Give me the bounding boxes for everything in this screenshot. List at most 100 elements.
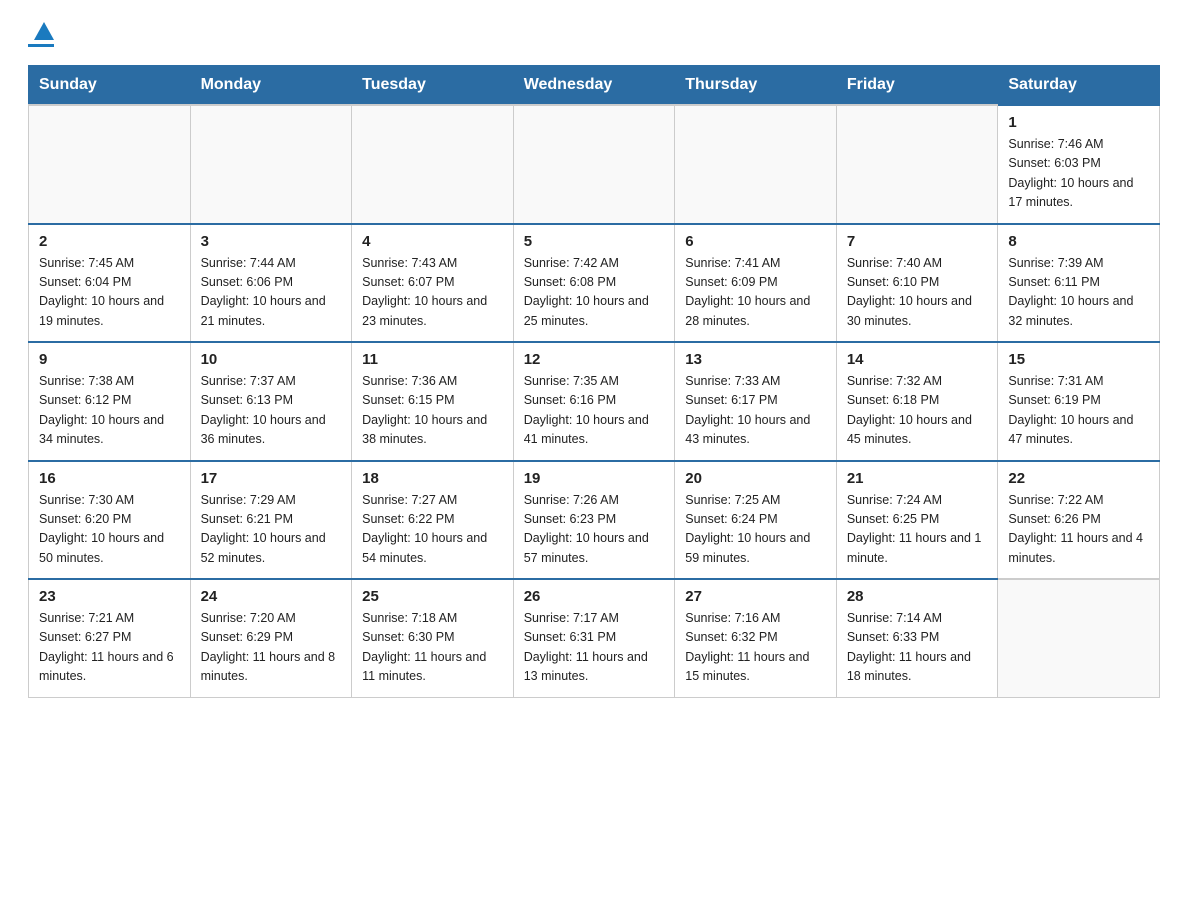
day-number: 28	[847, 588, 988, 605]
calendar-day-cell: 28Sunrise: 7:14 AMSunset: 6:33 PMDayligh…	[836, 579, 998, 697]
day-info: Sunrise: 7:40 AMSunset: 6:10 PMDaylight:…	[847, 254, 988, 332]
day-info: Sunrise: 7:17 AMSunset: 6:31 PMDaylight:…	[524, 609, 665, 687]
day-number: 13	[685, 351, 826, 368]
day-number: 14	[847, 351, 988, 368]
calendar-day-cell: 7 Sunrise: 7:40 AMSunset: 6:10 PMDaylight…	[836, 224, 998, 343]
day-number: 15	[1008, 351, 1149, 368]
calendar-day-cell: 27 Sunrise: 7:16 AMSunset: 6:32 PMDayligh…	[675, 579, 837, 697]
day-info: Sunrise: 7:42 AMSunset: 6:08 PMDaylight:…	[524, 254, 665, 332]
day-number: 27	[685, 588, 826, 605]
calendar-day-cell	[190, 105, 352, 224]
header	[28, 24, 1160, 47]
calendar-day-cell: 10 Sunrise: 7:37 AMSunset: 6:13 PMDayligh…	[190, 342, 352, 461]
calendar-day-cell: 15 Sunrise: 7:31 AMSunset: 6:19 PMDayligh…	[998, 342, 1160, 461]
calendar-day-cell: 18Sunrise: 7:27 AMSunset: 6:22 PMDayligh…	[352, 461, 514, 580]
calendar-day-cell	[29, 105, 191, 224]
day-number: 5	[524, 233, 665, 250]
calendar-day-cell: 17 Sunrise: 7:29 AMSunset: 6:21 PMDayligh…	[190, 461, 352, 580]
day-number: 1	[1008, 114, 1149, 131]
weekday-header-wednesday: Wednesday	[513, 66, 675, 106]
day-number: 22	[1008, 470, 1149, 487]
calendar-day-cell	[836, 105, 998, 224]
day-number: 6	[685, 233, 826, 250]
logo	[28, 24, 54, 47]
day-info: Sunrise: 7:44 AMSunset: 6:06 PMDaylight:…	[201, 254, 342, 332]
day-info: Sunrise: 7:16 AMSunset: 6:32 PMDaylight:…	[685, 609, 826, 687]
calendar-day-cell: 26 Sunrise: 7:17 AMSunset: 6:31 PMDayligh…	[513, 579, 675, 697]
calendar-day-cell	[513, 105, 675, 224]
day-number: 21	[847, 470, 988, 487]
weekday-header-monday: Monday	[190, 66, 352, 106]
day-number: 10	[201, 351, 342, 368]
calendar-day-cell: 20 Sunrise: 7:25 AMSunset: 6:24 PMDayligh…	[675, 461, 837, 580]
calendar-day-cell: 13 Sunrise: 7:33 AMSunset: 6:17 PMDayligh…	[675, 342, 837, 461]
day-info: Sunrise: 7:36 AMSunset: 6:15 PMDaylight:…	[362, 372, 503, 450]
weekday-header-tuesday: Tuesday	[352, 66, 514, 106]
day-info: Sunrise: 7:27 AMSunset: 6:22 PMDaylight:…	[362, 491, 503, 569]
day-number: 9	[39, 351, 180, 368]
weekday-header-row: SundayMondayTuesdayWednesdayThursdayFrid…	[29, 66, 1160, 106]
day-number: 4	[362, 233, 503, 250]
day-number: 2	[39, 233, 180, 250]
calendar-day-cell: 4 Sunrise: 7:43 AMSunset: 6:07 PMDaylight…	[352, 224, 514, 343]
calendar-week-row: 1 Sunrise: 7:46 AMSunset: 6:03 PMDaylight…	[29, 105, 1160, 224]
calendar-day-cell: 21 Sunrise: 7:24 AMSunset: 6:25 PMDayligh…	[836, 461, 998, 580]
calendar-day-cell: 5 Sunrise: 7:42 AMSunset: 6:08 PMDaylight…	[513, 224, 675, 343]
day-number: 7	[847, 233, 988, 250]
calendar-day-cell: 6 Sunrise: 7:41 AMSunset: 6:09 PMDaylight…	[675, 224, 837, 343]
day-info: Sunrise: 7:43 AMSunset: 6:07 PMDaylight:…	[362, 254, 503, 332]
calendar-day-cell: 3 Sunrise: 7:44 AMSunset: 6:06 PMDaylight…	[190, 224, 352, 343]
weekday-header-friday: Friday	[836, 66, 998, 106]
day-info: Sunrise: 7:31 AMSunset: 6:19 PMDaylight:…	[1008, 372, 1149, 450]
day-info: Sunrise: 7:30 AMSunset: 6:20 PMDaylight:…	[39, 491, 180, 569]
day-info: Sunrise: 7:18 AMSunset: 6:30 PMDaylight:…	[362, 609, 503, 687]
day-info: Sunrise: 7:20 AMSunset: 6:29 PMDaylight:…	[201, 609, 342, 687]
day-number: 19	[524, 470, 665, 487]
day-number: 11	[362, 351, 503, 368]
calendar-week-row: 16 Sunrise: 7:30 AMSunset: 6:20 PMDayligh…	[29, 461, 1160, 580]
calendar-day-cell: 9Sunrise: 7:38 AMSunset: 6:12 PMDaylight…	[29, 342, 191, 461]
day-info: Sunrise: 7:33 AMSunset: 6:17 PMDaylight:…	[685, 372, 826, 450]
day-info: Sunrise: 7:35 AMSunset: 6:16 PMDaylight:…	[524, 372, 665, 450]
day-info: Sunrise: 7:46 AMSunset: 6:03 PMDaylight:…	[1008, 135, 1149, 213]
day-info: Sunrise: 7:24 AMSunset: 6:25 PMDaylight:…	[847, 491, 988, 569]
calendar-day-cell: 14Sunrise: 7:32 AMSunset: 6:18 PMDayligh…	[836, 342, 998, 461]
calendar-day-cell	[998, 579, 1160, 697]
calendar-day-cell: 8 Sunrise: 7:39 AMSunset: 6:11 PMDaylight…	[998, 224, 1160, 343]
day-number: 8	[1008, 233, 1149, 250]
day-number: 26	[524, 588, 665, 605]
day-info: Sunrise: 7:29 AMSunset: 6:21 PMDaylight:…	[201, 491, 342, 569]
calendar-day-cell: 24 Sunrise: 7:20 AMSunset: 6:29 PMDayligh…	[190, 579, 352, 697]
day-number: 17	[201, 470, 342, 487]
calendar-week-row: 9Sunrise: 7:38 AMSunset: 6:12 PMDaylight…	[29, 342, 1160, 461]
day-info: Sunrise: 7:21 AMSunset: 6:27 PMDaylight:…	[39, 609, 180, 687]
weekday-header-saturday: Saturday	[998, 66, 1160, 106]
calendar-day-cell: 1 Sunrise: 7:46 AMSunset: 6:03 PMDaylight…	[998, 105, 1160, 224]
calendar-day-cell: 19 Sunrise: 7:26 AMSunset: 6:23 PMDayligh…	[513, 461, 675, 580]
day-number: 24	[201, 588, 342, 605]
day-info: Sunrise: 7:22 AMSunset: 6:26 PMDaylight:…	[1008, 491, 1149, 569]
weekday-header-sunday: Sunday	[29, 66, 191, 106]
day-number: 23	[39, 588, 180, 605]
day-info: Sunrise: 7:45 AMSunset: 6:04 PMDaylight:…	[39, 254, 180, 332]
calendar-week-row: 23 Sunrise: 7:21 AMSunset: 6:27 PMDayligh…	[29, 579, 1160, 697]
day-info: Sunrise: 7:26 AMSunset: 6:23 PMDaylight:…	[524, 491, 665, 569]
day-number: 20	[685, 470, 826, 487]
calendar-week-row: 2 Sunrise: 7:45 AMSunset: 6:04 PMDaylight…	[29, 224, 1160, 343]
calendar-day-cell: 11 Sunrise: 7:36 AMSunset: 6:15 PMDayligh…	[352, 342, 514, 461]
day-info: Sunrise: 7:25 AMSunset: 6:24 PMDaylight:…	[685, 491, 826, 569]
day-number: 12	[524, 351, 665, 368]
day-number: 3	[201, 233, 342, 250]
logo-triangle-icon	[34, 22, 54, 40]
calendar-day-cell: 2 Sunrise: 7:45 AMSunset: 6:04 PMDaylight…	[29, 224, 191, 343]
logo-underline	[28, 44, 54, 47]
day-info: Sunrise: 7:41 AMSunset: 6:09 PMDaylight:…	[685, 254, 826, 332]
weekday-header-thursday: Thursday	[675, 66, 837, 106]
day-info: Sunrise: 7:37 AMSunset: 6:13 PMDaylight:…	[201, 372, 342, 450]
calendar-table: SundayMondayTuesdayWednesdayThursdayFrid…	[28, 65, 1160, 698]
calendar-day-cell: 12 Sunrise: 7:35 AMSunset: 6:16 PMDayligh…	[513, 342, 675, 461]
calendar-day-cell	[675, 105, 837, 224]
day-info: Sunrise: 7:39 AMSunset: 6:11 PMDaylight:…	[1008, 254, 1149, 332]
day-number: 16	[39, 470, 180, 487]
calendar-day-cell: 23 Sunrise: 7:21 AMSunset: 6:27 PMDayligh…	[29, 579, 191, 697]
